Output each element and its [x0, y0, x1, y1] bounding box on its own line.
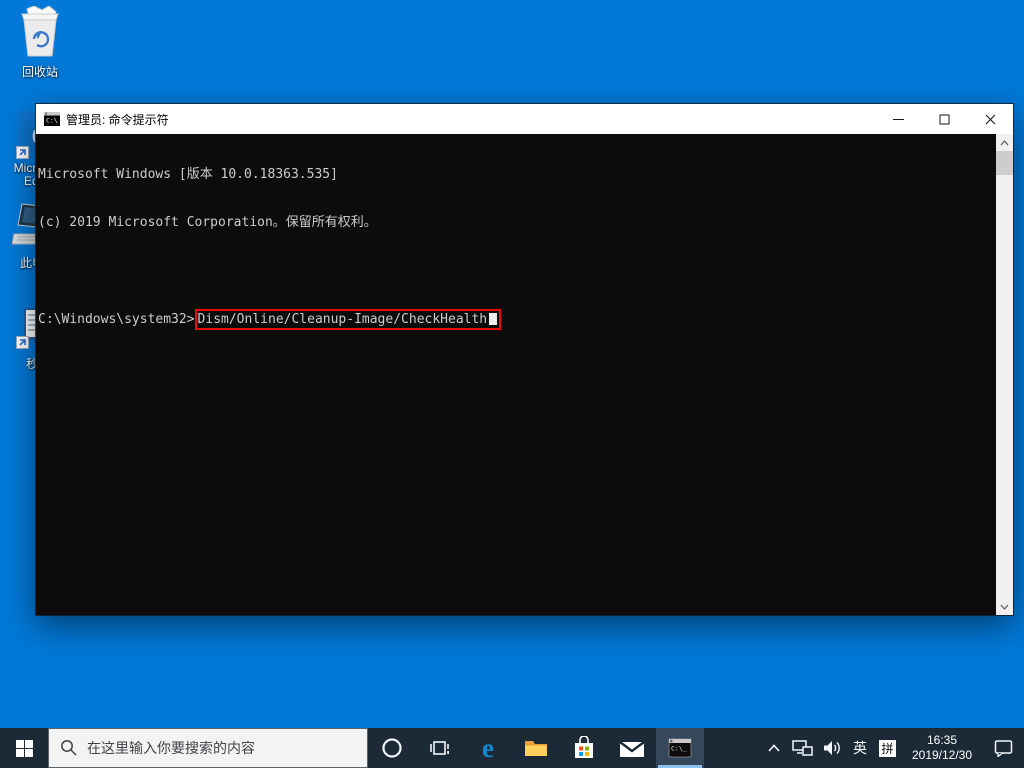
recycle-bin-label: 回收站	[21, 65, 58, 79]
cortana-icon	[382, 738, 402, 758]
minimize-button[interactable]	[875, 104, 921, 134]
taskbar: e	[0, 728, 1024, 768]
cmd-window-icon: C:\	[44, 111, 60, 127]
date: 2019/12/30	[911, 748, 973, 762]
command-highlight-box: Dism/Online/Cleanup-Image/CheckHealth	[194, 309, 502, 330]
scroll-down-icon[interactable]	[996, 598, 1013, 615]
action-center-button[interactable]	[982, 728, 1024, 768]
ime-indicator[interactable]: 拼	[873, 728, 902, 768]
shortcut-arrow-badge	[16, 336, 29, 349]
store-icon	[575, 736, 593, 758]
windows-logo-icon	[15, 739, 33, 757]
system-tray: 英 拼 16:35 2019/12/30	[761, 728, 1024, 768]
show-hidden-icons-button[interactable]	[761, 728, 787, 768]
cmd-taskbar-button[interactable]: C:\_	[656, 728, 704, 768]
chevron-up-icon	[768, 744, 780, 752]
shortcut-arrow-badge	[16, 146, 29, 159]
console-scrollbar[interactable]	[996, 134, 1013, 615]
task-view-icon	[430, 741, 449, 755]
clock[interactable]: 16:35 2019/12/30	[902, 728, 982, 768]
console-command: Dism/Online/Cleanup-Image/CheckHealth	[197, 312, 488, 327]
speaker-icon	[823, 741, 840, 755]
console-cursor	[489, 313, 498, 325]
mail-icon	[619, 740, 645, 757]
ime-pinyin-badge: 拼	[879, 739, 896, 757]
console-output[interactable]: Microsoft Windows [版本 10.0.18363.535] (c…	[36, 134, 1013, 615]
edge-taskbar-button[interactable]: e	[464, 728, 512, 768]
search-icon	[60, 739, 77, 761]
time: 16:35	[926, 733, 958, 747]
desktop: 回收站 e Microsoft Edge 此电脑	[0, 0, 1024, 768]
cortana-button[interactable]	[368, 728, 416, 768]
network-tray-button[interactable]	[787, 728, 817, 768]
console-line: (c) 2019 Microsoft Corporation。保留所有权利。	[38, 215, 377, 230]
console-prompt: C:\Windows\system32>	[38, 312, 195, 327]
file-explorer-button[interactable]	[512, 728, 560, 768]
svg-text:C:\: C:\	[46, 117, 58, 125]
maximize-button[interactable]	[921, 104, 967, 134]
cmd-icon: C:\_	[668, 738, 692, 758]
command-prompt-window: C:\ 管理员: 命令提示符 Microsoft Windows [版本 10.…	[36, 104, 1013, 615]
network-icon	[791, 740, 813, 756]
store-button[interactable]	[560, 728, 608, 768]
scrollbar-thumb[interactable]	[996, 151, 1013, 175]
search-input[interactable]	[48, 728, 368, 768]
action-center-icon	[994, 740, 1012, 757]
console-prompt-line: C:\Windows\system32> Dism/Online/Cleanup-…	[38, 309, 1013, 330]
scroll-up-icon[interactable]	[996, 134, 1013, 151]
mail-button[interactable]	[608, 728, 656, 768]
start-button[interactable]	[0, 728, 48, 768]
task-view-button[interactable]	[416, 728, 464, 768]
close-button[interactable]	[967, 104, 1013, 134]
window-titlebar[interactable]: C:\ 管理员: 命令提示符	[36, 104, 1013, 134]
svg-text:C:\_: C:\_	[671, 745, 687, 753]
desktop-icon-recycle-bin[interactable]: 回收站	[8, 5, 72, 79]
window-title: 管理员: 命令提示符	[66, 112, 169, 127]
folder-icon	[525, 741, 547, 756]
volume-tray-button[interactable]	[817, 728, 847, 768]
recycle-bin-icon	[17, 5, 63, 63]
edge-icon: e	[482, 732, 494, 763]
taskbar-search[interactable]	[48, 728, 368, 768]
console-line: Microsoft Windows [版本 10.0.18363.535]	[38, 167, 338, 182]
language-indicator[interactable]: 英	[847, 728, 873, 768]
